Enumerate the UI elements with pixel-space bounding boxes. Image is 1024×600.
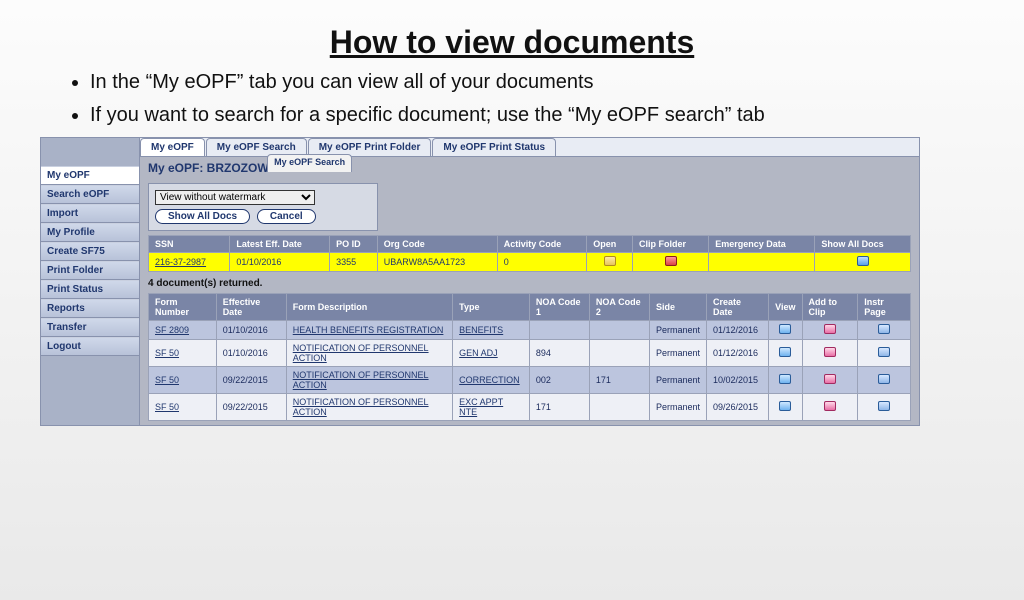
sidenav-my-profile[interactable]: My Profile bbox=[41, 223, 139, 242]
doc-count: 4 document(s) returned. bbox=[148, 278, 911, 289]
act-cell: 0 bbox=[497, 253, 587, 272]
col-desc: Form Description bbox=[286, 294, 452, 321]
table-row: SF 5009/22/2015NOTIFICATION OF PERSONNEL… bbox=[149, 394, 911, 421]
col-activity: Activity Code bbox=[497, 236, 587, 253]
type-link[interactable]: GEN ADJ bbox=[459, 348, 498, 358]
col-addclip: Add to Clip bbox=[802, 294, 858, 321]
type-link[interactable]: EXC APPT NTE bbox=[459, 397, 503, 417]
col-noa1: NOA Code 1 bbox=[529, 294, 589, 321]
summary-row: 216-37-2987 01/10/2016 3355 UBARW8A5AA17… bbox=[149, 253, 911, 272]
sidenav-logout[interactable]: Logout bbox=[41, 337, 139, 356]
col-view: View bbox=[769, 294, 802, 321]
add-to-clip-icon[interactable] bbox=[824, 401, 836, 411]
sidenav-print-status[interactable]: Print Status bbox=[41, 280, 139, 299]
col-noa2: NOA Code 2 bbox=[589, 294, 649, 321]
col-form: Form Number bbox=[149, 294, 217, 321]
col-clip: Clip Folder bbox=[633, 236, 709, 253]
sidenav-search-eopf[interactable]: Search eOPF bbox=[41, 185, 139, 204]
sidenav-create-sf75[interactable]: Create SF75 bbox=[41, 242, 139, 261]
open-folder-icon[interactable] bbox=[604, 256, 616, 266]
table-row: SF 280901/10/2016HEALTH BENEFITS REGISTR… bbox=[149, 321, 911, 340]
tab-print-status[interactable]: My eOPF Print Status bbox=[432, 138, 556, 156]
form-link[interactable]: SF 2809 bbox=[155, 325, 189, 335]
page-headline: My eOPF: BRZOZOW bbox=[140, 157, 919, 179]
type-link[interactable]: BENEFITS bbox=[459, 325, 503, 335]
view-controls: View without watermark Show All Docs Can… bbox=[148, 183, 378, 231]
col-instr: Instr Page bbox=[858, 294, 911, 321]
col-eff-date: Latest Eff. Date bbox=[230, 236, 330, 253]
tab-strip: My eOPF My eOPF Search My eOPF Print Fol… bbox=[140, 138, 919, 157]
col-ssn: SSN bbox=[149, 236, 230, 253]
slide-title: How to view documents bbox=[0, 24, 1024, 61]
summary-table: SSN Latest Eff. Date PO ID Org Code Acti… bbox=[148, 235, 911, 272]
side-nav: My eOPF Search eOPF Import My Profile Cr… bbox=[40, 137, 140, 426]
sidenav-my-eopf[interactable]: My eOPF bbox=[41, 166, 139, 185]
view-icon[interactable] bbox=[779, 324, 791, 334]
bullet-2: If you want to search for a specific doc… bbox=[90, 102, 984, 129]
add-to-clip-icon[interactable] bbox=[824, 347, 836, 357]
watermark-select[interactable]: View without watermark bbox=[155, 190, 315, 205]
org-cell: UBARW8A5AA1723 bbox=[377, 253, 497, 272]
sidenav-transfer[interactable]: Transfer bbox=[41, 318, 139, 337]
clip-folder-icon[interactable] bbox=[665, 256, 677, 266]
slide-bullets: In the “My eOPF” tab you can view all of… bbox=[60, 69, 984, 129]
view-icon[interactable] bbox=[779, 347, 791, 357]
instr-page-icon[interactable] bbox=[878, 324, 890, 334]
col-open: Open bbox=[587, 236, 633, 253]
sidenav-import[interactable]: Import bbox=[41, 204, 139, 223]
documents-table: Form Number Effective Date Form Descript… bbox=[148, 293, 911, 421]
form-link[interactable]: SF 50 bbox=[155, 375, 179, 385]
instr-page-icon[interactable] bbox=[878, 401, 890, 411]
add-to-clip-icon[interactable] bbox=[824, 324, 836, 334]
form-link[interactable]: SF 50 bbox=[155, 402, 179, 412]
desc-link[interactable]: NOTIFICATION OF PERSONNEL ACTION bbox=[293, 370, 429, 390]
tab-sub-search-badge: My eOPF Search bbox=[267, 154, 352, 172]
view-icon[interactable] bbox=[779, 401, 791, 411]
desc-link[interactable]: HEALTH BENEFITS REGISTRATION bbox=[293, 325, 444, 335]
eopf-app-screenshot: My eOPF Search eOPF Import My Profile Cr… bbox=[40, 137, 920, 426]
col-po-id: PO ID bbox=[330, 236, 378, 253]
tab-my-eopf[interactable]: My eOPF bbox=[140, 138, 205, 156]
desc-link[interactable]: NOTIFICATION OF PERSONNEL ACTION bbox=[293, 343, 429, 363]
main-panel: My eOPF My eOPF Search My eOPF Print Fol… bbox=[140, 137, 920, 426]
col-type: Type bbox=[453, 294, 530, 321]
col-cdate: Create Date bbox=[706, 294, 768, 321]
col-org: Org Code bbox=[377, 236, 497, 253]
po-id-cell: 3355 bbox=[330, 253, 378, 272]
col-edate: Effective Date bbox=[216, 294, 286, 321]
show-all-docs-button[interactable]: Show All Docs bbox=[155, 209, 250, 224]
ssn-link[interactable]: 216-37-2987 bbox=[155, 257, 206, 267]
cancel-button[interactable]: Cancel bbox=[257, 209, 316, 224]
instr-page-icon[interactable] bbox=[878, 347, 890, 357]
eff-date-cell: 01/10/2016 bbox=[230, 253, 330, 272]
col-show-all: Show All Docs bbox=[815, 236, 911, 253]
col-side: Side bbox=[649, 294, 706, 321]
bullet-1: In the “My eOPF” tab you can view all of… bbox=[90, 69, 984, 96]
sidenav-reports[interactable]: Reports bbox=[41, 299, 139, 318]
show-all-docs-icon[interactable] bbox=[857, 256, 869, 266]
add-to-clip-icon[interactable] bbox=[824, 374, 836, 384]
table-row: SF 5001/10/2016NOTIFICATION OF PERSONNEL… bbox=[149, 340, 911, 367]
instr-page-icon[interactable] bbox=[878, 374, 890, 384]
table-row: SF 5009/22/2015NOTIFICATION OF PERSONNEL… bbox=[149, 367, 911, 394]
type-link[interactable]: CORRECTION bbox=[459, 375, 520, 385]
desc-link[interactable]: NOTIFICATION OF PERSONNEL ACTION bbox=[293, 397, 429, 417]
form-link[interactable]: SF 50 bbox=[155, 348, 179, 358]
col-emergency: Emergency Data bbox=[709, 236, 815, 253]
sidenav-print-folder[interactable]: Print Folder bbox=[41, 261, 139, 280]
view-icon[interactable] bbox=[779, 374, 791, 384]
